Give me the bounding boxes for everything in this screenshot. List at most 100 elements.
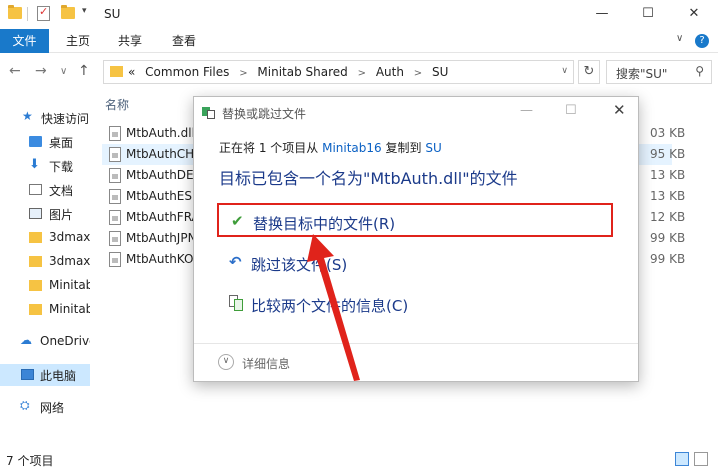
file-name: MtbAuthESI: [126, 189, 196, 203]
sidebar-item-desktop[interactable]: 桌面: [0, 131, 90, 153]
sidebar-item-network[interactable]: ⛭ 网络: [0, 396, 90, 418]
dialog-heading: 目标已包含一个名为"MtbAuth.dll"的文件: [219, 169, 518, 188]
sidebar-item-label: 下载: [49, 160, 74, 174]
sidebar-item-downloads[interactable]: ⬇ 下载: [0, 155, 90, 177]
column-header-name[interactable]: 名称: [105, 96, 129, 113]
sidebar-item-label: 3dmax: [49, 230, 90, 244]
properties-icon[interactable]: [37, 5, 50, 21]
dialog-maximize-button[interactable]: ☐: [565, 103, 577, 118]
folder-icon: [29, 232, 42, 243]
folder-icon[interactable]: [8, 5, 22, 19]
chevron-right-icon[interactable]: >: [358, 68, 366, 79]
search-icon[interactable]: ⚲: [695, 64, 704, 78]
sidebar-item-label: 快速访问: [41, 112, 90, 126]
sidebar-item-quick-access[interactable]: ★ 快速访问: [0, 107, 90, 129]
minimize-button[interactable]: —: [579, 0, 625, 28]
sidebar-item-label: Minitab: [49, 302, 90, 316]
tab-share[interactable]: 共享: [108, 29, 152, 53]
sidebar-item-label: 此电脑: [40, 369, 77, 383]
up-icon[interactable]: ↑: [78, 63, 90, 79]
sidebar-item-label: OneDrive: [40, 334, 90, 348]
file-size: 13 KB: [650, 168, 686, 182]
file-name: MtbAuthFRA: [126, 210, 196, 224]
details-view-icon[interactable]: [675, 452, 689, 466]
compare-files-option[interactable]: 比较两个文件的信息(C): [217, 287, 613, 321]
file-icon: [109, 147, 121, 162]
quick-access-dropdown-icon[interactable]: ▾: [82, 6, 87, 16]
file-icon: [109, 168, 121, 183]
chevron-down-icon[interactable]: ∨: [676, 33, 683, 44]
compare-icon: [229, 294, 245, 312]
skip-file-option[interactable]: ↶ 跳过该文件(S): [217, 246, 613, 280]
check-icon: ✔: [231, 212, 244, 230]
search-placeholder: 搜索"SU": [616, 67, 668, 81]
navigation-bar: ← → ∨ ↑ « Common Files > Minitab Shared …: [0, 56, 718, 88]
chevron-right-icon[interactable]: >: [239, 68, 247, 79]
sidebar-item-3dmax-1[interactable]: 3dmax: [0, 227, 90, 249]
sidebar-item-label: Minitab: [49, 278, 90, 292]
dialog-close-button[interactable]: ✕: [613, 101, 626, 119]
recent-dropdown-icon[interactable]: ∨: [60, 66, 67, 77]
option-label: 比较两个文件的信息(C): [251, 297, 409, 315]
star-icon: ★: [22, 109, 33, 123]
dialog-minimize-button[interactable]: —: [520, 103, 533, 118]
tab-home[interactable]: 主页: [56, 29, 100, 53]
file-icon: [109, 189, 121, 204]
window-title: SU: [104, 7, 121, 21]
skip-icon: ↶: [229, 253, 242, 271]
details-toggle[interactable]: 详细信息: [242, 355, 290, 372]
address-dropdown-icon[interactable]: ∨: [561, 66, 568, 76]
sidebar-item-label: 网络: [40, 401, 65, 415]
sidebar-item-this-pc[interactable]: 此电脑: [0, 364, 90, 386]
copy-progress-text: 正在将 1 个项目从 Minitab16 复制到 SU: [219, 139, 442, 156]
sidebar-item-pictures[interactable]: 图片: [0, 203, 90, 225]
breadcrumb-auth[interactable]: Auth: [376, 65, 404, 79]
destination-folder-link[interactable]: SU: [425, 141, 441, 155]
breadcrumb-common-files[interactable]: Common Files: [145, 65, 229, 79]
help-icon[interactable]: ?: [695, 34, 709, 48]
copy-file-icon: [202, 107, 216, 119]
chevron-down-icon[interactable]: ∨: [218, 354, 234, 370]
breadcrumb-minitab-shared[interactable]: Minitab Shared: [257, 65, 347, 79]
picture-icon: [29, 208, 42, 219]
sidebar-item-label: 3dmax: [49, 254, 90, 268]
sidebar-item-documents[interactable]: 文档: [0, 179, 90, 201]
search-input[interactable]: 搜索"SU" ⚲: [606, 60, 712, 84]
new-folder-icon[interactable]: [61, 5, 75, 19]
dialog-title: 替换或跳过文件: [222, 107, 307, 121]
breadcrumb-overflow[interactable]: «: [128, 65, 135, 79]
close-button[interactable]: ✕: [671, 0, 717, 28]
large-icons-view-icon[interactable]: [694, 452, 708, 466]
tab-file[interactable]: 文件: [0, 29, 49, 53]
folder-icon: [29, 256, 42, 267]
sidebar-item-3dmax-2[interactable]: 3dmax: [0, 251, 90, 273]
breadcrumb-su[interactable]: SU: [432, 65, 448, 79]
status-bar: 7 个项目: [0, 446, 718, 471]
option-label: 替换目标中的文件(R): [253, 215, 396, 233]
tab-view[interactable]: 查看: [162, 29, 206, 53]
sidebar-item-minitab-1[interactable]: Minitab: [0, 275, 90, 297]
replace-file-option[interactable]: ✔ 替换目标中的文件(R): [217, 203, 613, 237]
sidebar-item-onedrive[interactable]: ☁ OneDrive: [0, 331, 90, 353]
back-icon[interactable]: ←: [9, 63, 21, 79]
forward-icon[interactable]: →: [35, 63, 47, 79]
title-bar: ▾ SU — ☐ ✕: [0, 0, 718, 28]
sidebar-item-label: 图片: [49, 208, 74, 222]
ribbon: 文件 主页 共享 查看 ∨ ?: [0, 29, 718, 53]
source-folder-link[interactable]: Minitab16: [322, 141, 382, 155]
file-icon: [109, 126, 121, 141]
address-bar[interactable]: « Common Files > Minitab Shared > Auth >…: [103, 60, 574, 84]
desktop-icon: [29, 136, 42, 147]
breadcrumb: « Common Files > Minitab Shared > Auth >…: [128, 65, 454, 79]
file-name: MtbAuthJPN: [126, 231, 196, 245]
sidebar-item-minitab-2[interactable]: Minitab: [0, 299, 90, 321]
refresh-icon[interactable]: ↻: [578, 60, 600, 84]
file-name: MtbAuthDE: [126, 168, 194, 182]
navigation-pane: ★ 快速访问 桌面 ⬇ 下载 文档 图片 3dmax 3dmax Minitab…: [0, 92, 90, 446]
folder-icon: [110, 66, 123, 77]
network-icon: ⛭: [20, 398, 30, 412]
chevron-right-icon[interactable]: >: [414, 68, 422, 79]
file-icon: [109, 252, 121, 267]
maximize-button[interactable]: ☐: [625, 0, 671, 28]
separator: [27, 7, 28, 21]
